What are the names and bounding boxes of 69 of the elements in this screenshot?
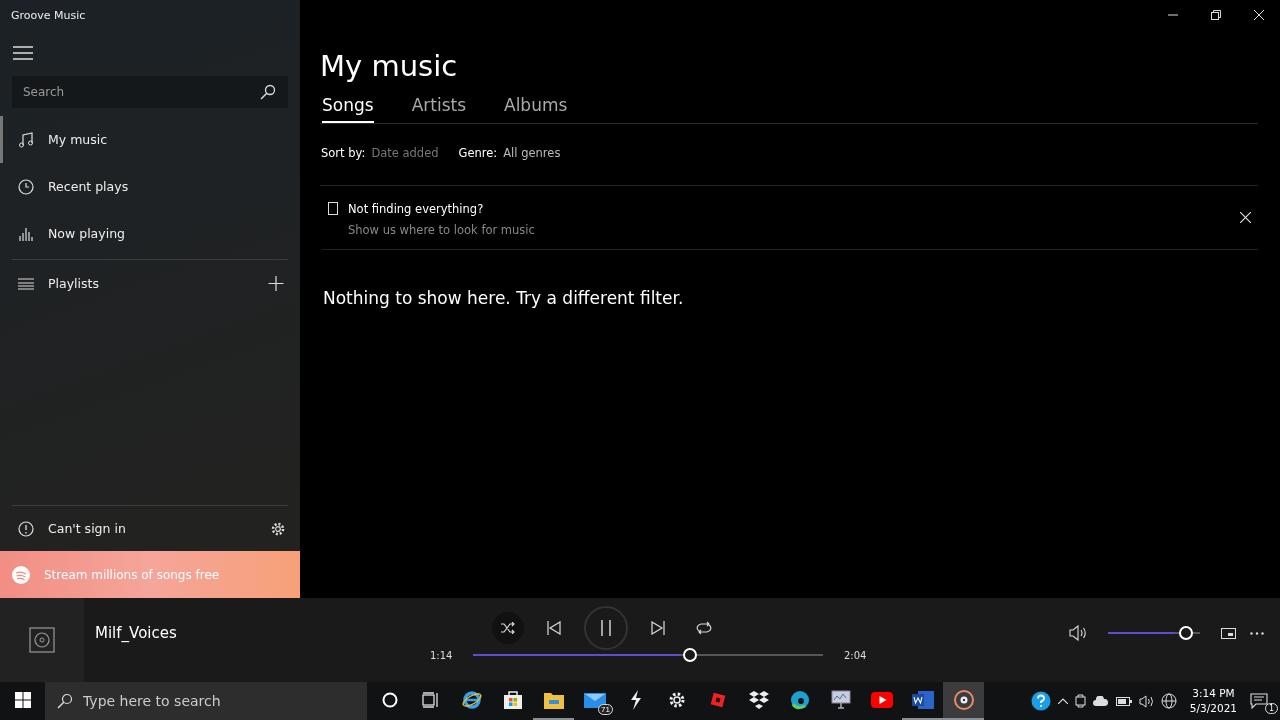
track-title: Milf_Voices	[95, 624, 178, 642]
unread-count-badge: 71	[598, 704, 613, 715]
cloud-icon[interactable]	[1092, 696, 1109, 706]
filter-dropdown[interactable]: All genres	[503, 146, 561, 185]
battery-icon[interactable]	[1115, 696, 1132, 706]
seek-thumb[interactable]	[683, 648, 698, 662]
playlist-icon	[18, 277, 34, 290]
volume-icon[interactable]	[1138, 694, 1154, 708]
shuffle-icon	[501, 622, 515, 634]
monitor-icon	[829, 689, 852, 711]
boxes-icon	[747, 689, 770, 711]
volume-icon[interactable]	[1069, 625, 1087, 641]
taskbar-search-field[interactable]: Type here to search	[45, 682, 367, 720]
elapsed-time: 1:14	[430, 649, 452, 661]
tab[interactable]: Albums	[504, 87, 568, 123]
sign-in-link[interactable]: Can't sign in	[48, 521, 126, 536]
total-time: 2:04	[844, 649, 866, 661]
shopping-bag-icon	[501, 689, 524, 711]
nav-item[interactable]: Recent plays	[0, 163, 300, 210]
play-pause-button[interactable]	[584, 606, 628, 650]
pause-icon	[600, 620, 612, 636]
equalizer-icon	[18, 226, 34, 241]
add-icon[interactable]	[268, 276, 284, 291]
page-title: My music	[320, 48, 459, 85]
previous-icon	[547, 621, 561, 635]
info-icon	[18, 520, 34, 537]
playlists-link[interactable]: Playlists	[48, 276, 99, 291]
shuffle-button[interactable]	[492, 612, 524, 644]
notice-link[interactable]: Show us where to look for music	[348, 223, 535, 237]
music-note-icon	[18, 131, 34, 148]
search-icon[interactable]	[260, 84, 276, 100]
taskbar-button[interactable]: 71	[574, 682, 615, 720]
search-field[interactable]: Search	[12, 76, 288, 108]
settings-icon[interactable]	[270, 520, 286, 537]
close-icon[interactable]	[1254, 10, 1264, 20]
window-title: Groove Music	[10, 8, 87, 24]
volume-thumb[interactable]	[1179, 626, 1194, 640]
filter-label: Sort by:	[321, 146, 366, 162]
more-icon[interactable]	[1250, 631, 1264, 635]
notification-count: 1	[1264, 703, 1278, 714]
tablet-icon	[328, 202, 338, 215]
help-icon[interactable]	[1030, 691, 1051, 711]
filter-label: Genre:	[458, 146, 498, 162]
clock-date[interactable]: 5/3/2021	[1189, 701, 1237, 716]
disc-icon	[952, 689, 975, 711]
clock-icon	[18, 178, 34, 195]
close-icon[interactable]	[1240, 212, 1251, 223]
chevron-up-icon[interactable]	[1057, 698, 1068, 704]
browser-icon	[788, 689, 811, 711]
notifications-icon[interactable]	[1250, 693, 1268, 709]
spotify-icon	[12, 565, 30, 584]
nav-item[interactable]: My music	[0, 116, 300, 163]
filter-dropdown[interactable]: Date added	[371, 146, 439, 185]
next-icon	[651, 621, 665, 635]
empty-message: Nothing to show here. Try a different filter.	[323, 288, 685, 308]
globe-icon[interactable]	[1160, 693, 1177, 709]
tab[interactable]: Songs	[322, 87, 374, 123]
browser-icon	[460, 689, 483, 711]
play-icon	[870, 689, 893, 711]
nav-item[interactable]: Now playing	[0, 210, 300, 257]
tab[interactable]: Artists	[411, 87, 466, 123]
clock-time[interactable]: 3:14 PM	[1192, 686, 1235, 701]
repeat-icon	[696, 621, 712, 635]
menu-icon[interactable]	[13, 46, 33, 60]
camera-icon[interactable]	[1074, 694, 1086, 708]
restore-icon[interactable]	[1211, 10, 1221, 20]
notice-title: Not finding everything?	[348, 202, 485, 216]
document-icon	[911, 689, 934, 711]
mini-player-icon[interactable]	[1221, 627, 1236, 639]
